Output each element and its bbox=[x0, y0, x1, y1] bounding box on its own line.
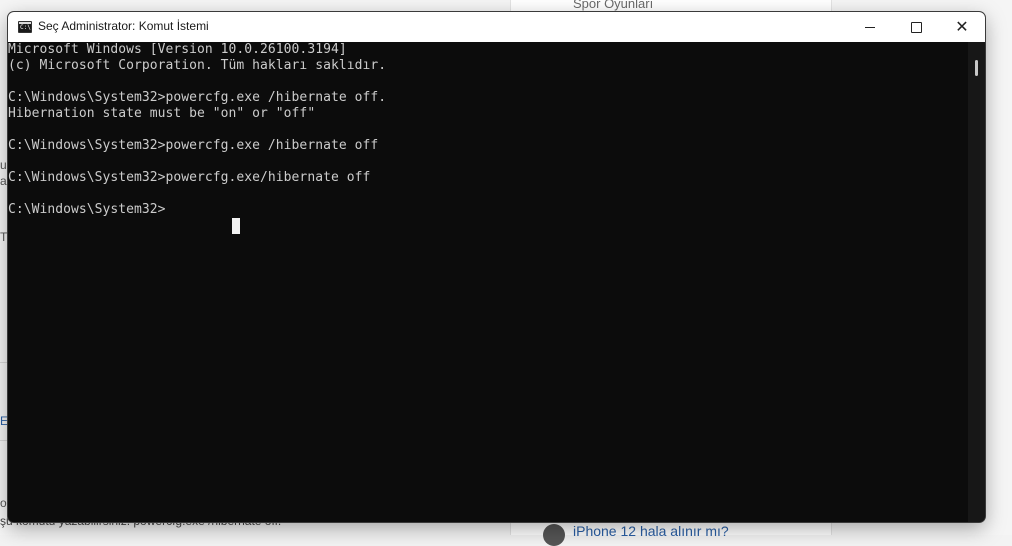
text-cursor bbox=[232, 218, 240, 234]
console-line: (c) Microsoft Corporation. Tüm hakları s… bbox=[8, 58, 387, 73]
background-left-fragment: a bbox=[0, 174, 7, 188]
scrollbar-thumb[interactable] bbox=[975, 60, 978, 76]
console-line: Microsoft Windows [Version 10.0.26100.31… bbox=[8, 42, 347, 57]
console-prompt: C:\Windows\System32> bbox=[8, 202, 166, 217]
maximize-button[interactable] bbox=[893, 12, 939, 42]
background-top-link[interactable]: Spor Oyunları bbox=[573, 0, 653, 11]
vertical-scrollbar[interactable] bbox=[968, 42, 985, 522]
background-divider bbox=[0, 440, 8, 441]
window-title: Seç Administrator: Komut İstemi bbox=[38, 19, 209, 33]
background-divider bbox=[0, 362, 8, 363]
background-left-fragment: u bbox=[0, 158, 7, 172]
command-prompt-icon-label: C:\ bbox=[20, 24, 31, 31]
console-line: C:\Windows\System32>powercfg.exe /hibern… bbox=[8, 90, 387, 105]
console-output[interactable]: Microsoft Windows [Version 10.0.26100.31… bbox=[8, 42, 968, 522]
background-left-fragment: T bbox=[0, 230, 8, 244]
command-prompt-window[interactable]: C:\ Seç Administrator: Komut İstemi ✕ Mi… bbox=[8, 12, 985, 522]
background-avatar bbox=[543, 524, 565, 546]
console-line: C:\Windows\System32>powercfg.exe /hibern… bbox=[8, 138, 379, 153]
minimize-button[interactable] bbox=[847, 12, 893, 42]
command-prompt-icon[interactable]: C:\ bbox=[18, 21, 32, 33]
background-bottom-link[interactable]: iPhone 12 hala alınır mı? bbox=[573, 523, 729, 539]
console-line: C:\Windows\System32>powercfg.exe/hiberna… bbox=[8, 170, 371, 185]
console-line: Hibernation state must be "on" or "off" bbox=[8, 106, 316, 121]
background-left-fragment: E bbox=[0, 414, 9, 428]
maximize-icon bbox=[910, 21, 922, 33]
title-bar[interactable]: C:\ Seç Administrator: Komut İstemi ✕ bbox=[8, 12, 985, 42]
minimize-icon bbox=[865, 26, 875, 28]
close-button[interactable]: ✕ bbox=[939, 12, 985, 42]
close-icon: ✕ bbox=[955, 17, 969, 36]
